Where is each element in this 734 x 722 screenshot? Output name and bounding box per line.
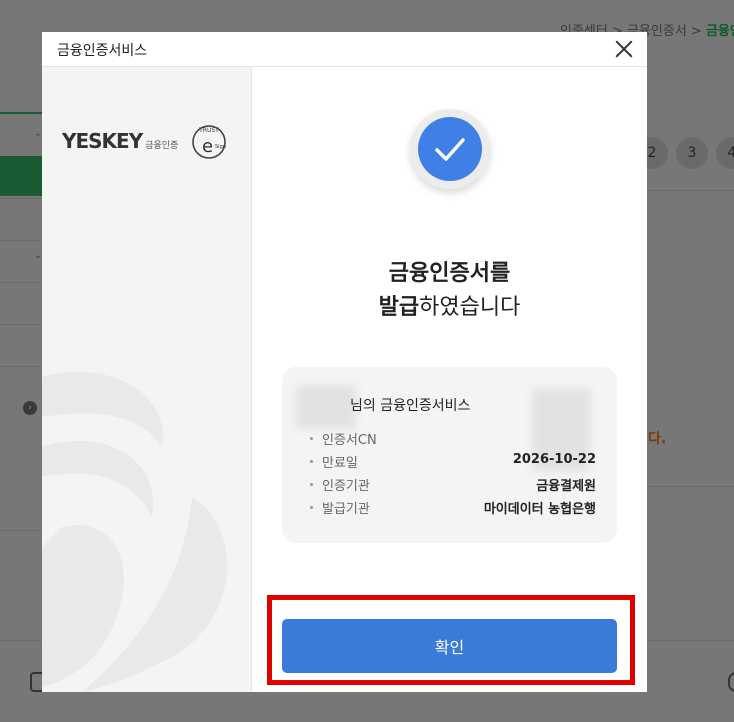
certificate-dialog: 금융인증서비스 YESKEY 금융인증 TRUST e Sign 금융인증서를 … <box>42 32 647 692</box>
dialog-header: 금융인증서비스 <box>42 32 647 67</box>
detail-label: 인증서CN <box>310 429 377 448</box>
seal-top-text: TRUST <box>198 127 219 134</box>
success-message-rest: 하였습니다 <box>419 295 521 320</box>
certificate-info-card: 님의 금융인증서비스 인증서CN 만료일 2026-10-22 인증기관 금융결… <box>282 367 617 543</box>
confirm-button[interactable]: 확인 <box>282 619 617 673</box>
seal-sign-text: Sign <box>215 144 226 150</box>
divider <box>0 324 42 325</box>
detail-value: 2026-10-22 <box>512 452 596 467</box>
brand-sub: 금융인증 <box>145 140 179 151</box>
certificate-owner: 님의 금융인증서비스 <box>350 398 471 414</box>
success-message-line2: 발급하였습니다 <box>252 289 647 321</box>
background-shape-decoration <box>42 371 228 692</box>
divider <box>0 198 42 199</box>
yeskey-logo: YESKEY 금융인증 <box>62 129 178 153</box>
detail-label: 만료일 <box>310 452 358 471</box>
detail-row: 인증기관 금융결제원 <box>306 475 596 498</box>
divider <box>0 282 42 283</box>
divider <box>0 366 42 367</box>
arrow-right-icon[interactable]: › <box>23 401 37 415</box>
page-button[interactable]: 4 <box>716 137 734 169</box>
detail-label: 발급기관 <box>310 498 370 517</box>
redacted-name <box>296 385 356 429</box>
brand-panel: YESKEY 금융인증 TRUST e Sign <box>42 67 252 692</box>
check-icon <box>435 138 465 161</box>
detail-label: 인증기관 <box>310 475 370 494</box>
success-message-line1: 금융인증서를 <box>388 261 511 286</box>
result-panel: 금융인증서를 발급하였습니다 님의 금융인증서비스 인증서CN 만료일 2026… <box>252 67 647 692</box>
seal-e-text: e <box>202 136 213 157</box>
divider <box>0 240 42 241</box>
brand-name: YESKEY <box>62 129 143 153</box>
trust-esign-logo: TRUST e Sign <box>192 125 226 159</box>
bell-icon[interactable] <box>728 672 734 692</box>
detail-value: 마이데이터 농협은행 <box>483 502 596 517</box>
detail-value: 금융결제원 <box>536 479 596 494</box>
certificate-details: 인증서CN 만료일 2026-10-22 인증기관 금융결제원 발급기관 마이데… <box>306 429 596 521</box>
breadcrumb-current: 금융인 <box>705 24 734 39</box>
notice-text: 다. <box>648 431 667 447</box>
divider <box>647 486 734 487</box>
close-icon[interactable] <box>613 38 635 60</box>
divider <box>647 190 734 191</box>
detail-row: 발급기관 마이데이터 농협은행 <box>306 498 596 521</box>
tab-underline <box>0 112 42 114</box>
detail-row: 만료일 2026-10-22 <box>306 452 596 475</box>
divider <box>0 530 42 531</box>
success-badge <box>410 109 490 189</box>
success-message-emphasis: 발급 <box>378 295 420 320</box>
detail-row: 인증서CN <box>306 429 596 452</box>
page-button[interactable]: 3 <box>676 137 708 169</box>
menu-active-item[interactable] <box>0 156 42 196</box>
dialog-title: 금융인증서비스 <box>57 43 148 59</box>
